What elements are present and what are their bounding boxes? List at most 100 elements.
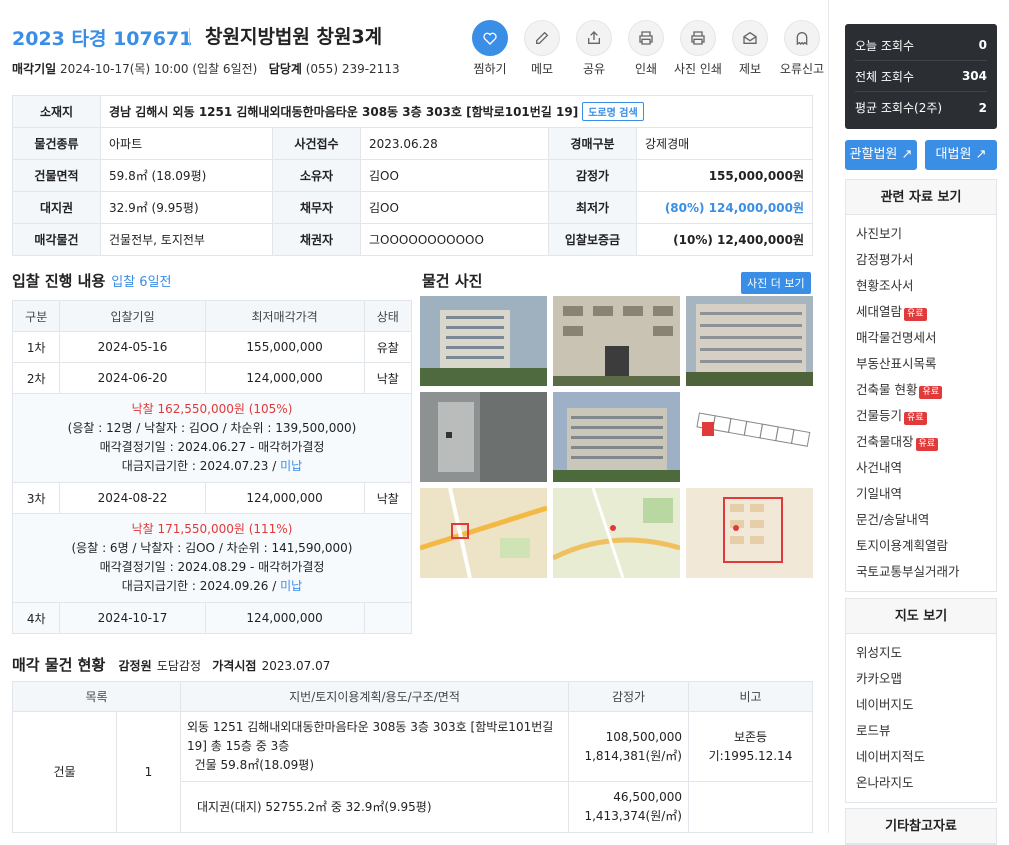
related-item[interactable]: 건물등기 유료 xyxy=(856,403,986,429)
appr-org: 도담감정 xyxy=(156,659,202,673)
map-item[interactable]: 네이버지적도 xyxy=(856,744,986,770)
sale-table: 목록 지번/토지이용계획/용도/구조/면적 감정가 비고 건물 1 외동 1251 김해내… xyxy=(12,681,813,833)
related-item[interactable]: 감정평가서 xyxy=(856,247,986,273)
detail-cell: 낙찰 171,550,000원 (111%) (응찰 : 6명 / 낙찰자 : 김… xyxy=(12,513,412,603)
map-item[interactable]: 카카오맵 xyxy=(856,666,986,692)
desc: 대지권(대지) 52755.2㎡ 중 32.9㎡(9.95평) xyxy=(180,781,569,833)
paid-badge: 유료 xyxy=(915,438,939,451)
info-value: 155,000,000원 xyxy=(636,159,813,192)
printer-icon xyxy=(628,20,664,56)
related-item[interactable]: 기일내역 xyxy=(856,481,986,507)
info-key: 소유자 xyxy=(272,159,361,192)
map-box: 지도 보기 위성지도 카카오맵 네이버지도 로드뷰 네이버지적도 온나라지도 xyxy=(845,598,997,803)
table-row: 1차 2024-05-16 155,000,000 유찰 xyxy=(11,331,413,363)
photo-thumbnail[interactable] xyxy=(553,392,680,482)
item-label: 건물등기 xyxy=(856,408,903,423)
court-link-button[interactable]: 관할법원 ↗ xyxy=(845,140,917,170)
photo-thumbnail[interactable] xyxy=(553,488,680,578)
related-item[interactable]: 부동산표시목록 xyxy=(856,351,986,377)
more-photos-button[interactable]: 사진 더 보기 xyxy=(741,272,811,294)
action-label: 인쇄 xyxy=(634,62,658,76)
cell: 124,000,000 xyxy=(204,362,365,394)
share-icon xyxy=(576,20,612,56)
info-table: 소재지 경남 김해시 외동 1251 김해내외대동한마음타운 308동 3층 30… xyxy=(12,95,813,256)
price-date: 2023.07.07 xyxy=(261,659,331,673)
related-title: 관련 자료 보기 xyxy=(846,179,996,215)
info-key: 사건접수 xyxy=(272,127,361,160)
info-key: 소재지 xyxy=(12,95,101,128)
info-value: 아파트 xyxy=(100,127,273,160)
info-value: (10%) 12,400,000원 xyxy=(636,223,813,256)
related-item[interactable]: 문건/송달내역 xyxy=(856,507,986,533)
appr-org-label: 감정원 xyxy=(118,659,152,673)
col-header: 지번/토지이용계획/용도/구조/면적 xyxy=(180,681,569,712)
payment-due: 대금지급기한 : 2024.09.26 / xyxy=(121,579,277,593)
photo-thumbnail[interactable] xyxy=(686,296,813,386)
photo-thumbnail[interactable] xyxy=(420,392,547,482)
related-item[interactable]: 사건내역 xyxy=(856,455,986,481)
memo-button[interactable]: 메모 xyxy=(516,20,568,77)
photo-thumbnail[interactable] xyxy=(686,392,813,482)
photo-print-button[interactable]: 사진 인쇄 xyxy=(672,20,724,77)
detail-cell: 낙찰 162,550,000원 (105%) (응찰 : 12명 / 낙찰자 : … xyxy=(12,393,412,483)
related-item[interactable]: 토지이용계획열람 xyxy=(856,533,986,559)
payment-status: 미납 xyxy=(280,579,303,593)
map-item[interactable]: 네이버지도 xyxy=(856,692,986,718)
info-value: (80%) 124,000,000원 xyxy=(636,191,813,224)
info-key: 채권자 xyxy=(272,223,361,256)
related-item[interactable]: 현황조사서 xyxy=(856,273,986,299)
stat-label: 평균 조회수(2주) xyxy=(855,101,943,115)
photo-thumbnail[interactable] xyxy=(553,296,680,386)
related-item[interactable]: 사진보기 xyxy=(856,221,986,247)
related-list: 사진보기 감정평가서 현황조사서 세대열람 유료 매각물건명세서 부동산표시목록 … xyxy=(846,215,996,591)
bid-detail: 낙찰 162,550,000원 (105%) (응찰 : 12명 / 낙찰자 : … xyxy=(12,393,412,483)
related-item[interactable]: 건축물대장 유료 xyxy=(856,429,986,455)
unit-price: 1,413,374(원/㎡) xyxy=(584,809,682,823)
bid-sub: 입찰 6일전 xyxy=(111,275,172,290)
print-button[interactable]: 인쇄 xyxy=(620,20,672,77)
info-key: 최저가 xyxy=(548,191,637,224)
external-link-icon: ↗ xyxy=(975,147,987,162)
info-value: 그OOOOOOOOOOO xyxy=(360,223,549,256)
report-button[interactable]: 제보 xyxy=(724,20,776,77)
related-item[interactable]: 건축물 현황 유료 xyxy=(856,377,986,403)
photo-grid xyxy=(420,296,813,578)
supreme-court-button[interactable]: 대법원 ↗ xyxy=(925,140,997,170)
btn-label: 대법원 xyxy=(935,147,972,162)
table-row: 4차 2024-10-17 124,000,000 xyxy=(11,602,413,634)
info-key: 경매구분 xyxy=(548,127,637,160)
photo-thumbnail[interactable] xyxy=(420,296,547,386)
col-header: 최저매각가격 xyxy=(204,300,365,332)
error-report-button[interactable]: 오류신고 xyxy=(776,20,828,77)
item-label: 건축물 현황 xyxy=(856,382,918,397)
action-label: 제보 xyxy=(738,62,762,76)
map-item[interactable]: 온나라지도 xyxy=(856,770,986,796)
info-value: 59.8㎡ (18.09평) xyxy=(100,159,273,192)
related-item[interactable]: 매각물건명세서 xyxy=(856,325,986,351)
info-key: 채무자 xyxy=(272,191,361,224)
item-label: 세대열람 xyxy=(856,304,903,319)
value: 46,500,000 xyxy=(613,790,682,804)
map-list: 위성지도 카카오맵 네이버지도 로드뷰 네이버지적도 온나라지도 xyxy=(846,634,996,802)
favorite-button[interactable]: 찜하기 xyxy=(464,20,516,77)
action-label: 오류신고 xyxy=(779,62,825,76)
info-value: 김OO xyxy=(360,191,549,224)
bid-table: 구분 입찰기일 최저매각가격 상태 1차 2024-05-16 155,000,000 유찰… xyxy=(11,300,413,634)
category: 건물 xyxy=(12,711,117,833)
info-key: 매각물건 xyxy=(12,223,101,256)
map-item[interactable]: 로드뷰 xyxy=(856,718,986,744)
map-item[interactable]: 위성지도 xyxy=(856,640,986,666)
related-item[interactable]: 국토교통부실거래가 xyxy=(856,559,986,585)
road-search-button[interactable]: 도로명 검색 xyxy=(582,102,644,121)
winning-bid: 낙찰 162,550,000원 xyxy=(131,402,245,416)
related-item[interactable]: 세대열람 유료 xyxy=(856,299,986,325)
item-no: 1 xyxy=(116,711,181,833)
photo-thumbnail[interactable] xyxy=(420,488,547,578)
printer-icon xyxy=(680,20,716,56)
value-cell: 108,500,000 1,814,381(원/㎡) xyxy=(568,711,689,782)
paid-badge: 유료 xyxy=(919,386,943,399)
photo-thumbnail[interactable] xyxy=(686,488,813,578)
cell: 155,000,000 xyxy=(204,331,365,363)
info-key: 감정가 xyxy=(548,159,637,192)
share-button[interactable]: 공유 xyxy=(568,20,620,77)
